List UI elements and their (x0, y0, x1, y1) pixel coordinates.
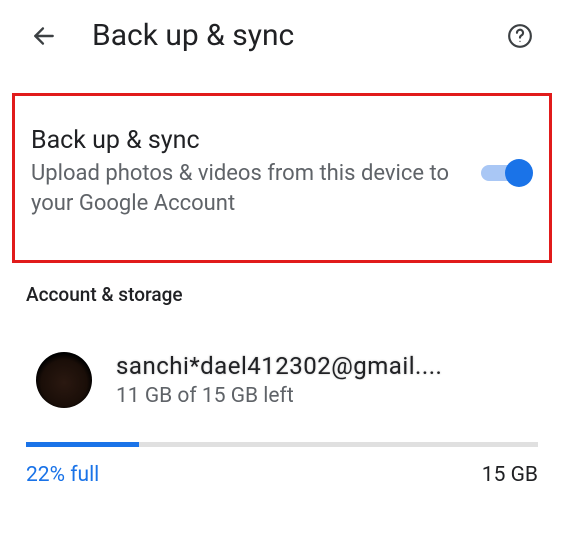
backup-sync-title: Back up & sync (31, 126, 469, 155)
back-arrow-icon[interactable] (30, 22, 58, 50)
storage-total: 15 GB (482, 463, 538, 487)
app-header: Back up & sync (0, 0, 564, 71)
storage-progress-labels: 22% full 15 GB (26, 463, 538, 487)
backup-sync-subtitle: Upload photos & videos from this device … (31, 159, 469, 218)
help-icon[interactable] (506, 22, 534, 50)
section-header-account-storage: Account & storage (0, 263, 564, 306)
backup-sync-row[interactable]: Back up & sync Upload photos & videos fr… (31, 126, 533, 218)
toggle-thumb (505, 159, 533, 187)
account-row[interactable]: sanchi*dael412302@gmail.... 11 GB of 15 … (0, 306, 564, 418)
page-title: Back up & sync (92, 18, 506, 53)
account-storage-left: 11 GB of 15 GB left (116, 384, 538, 408)
backup-sync-highlight: Back up & sync Upload photos & videos fr… (12, 93, 552, 263)
storage-percent-full: 22% full (26, 463, 99, 487)
avatar (36, 352, 92, 408)
storage-progress: 22% full 15 GB (0, 418, 564, 487)
account-text: sanchi*dael412302@gmail.... 11 GB of 15 … (116, 352, 538, 408)
storage-progress-fill (26, 442, 139, 447)
account-email: sanchi*dael412302@gmail.... (116, 352, 538, 380)
backup-sync-text: Back up & sync Upload photos & videos fr… (31, 126, 477, 218)
storage-progress-bar (26, 442, 538, 447)
backup-sync-toggle[interactable] (477, 156, 533, 188)
